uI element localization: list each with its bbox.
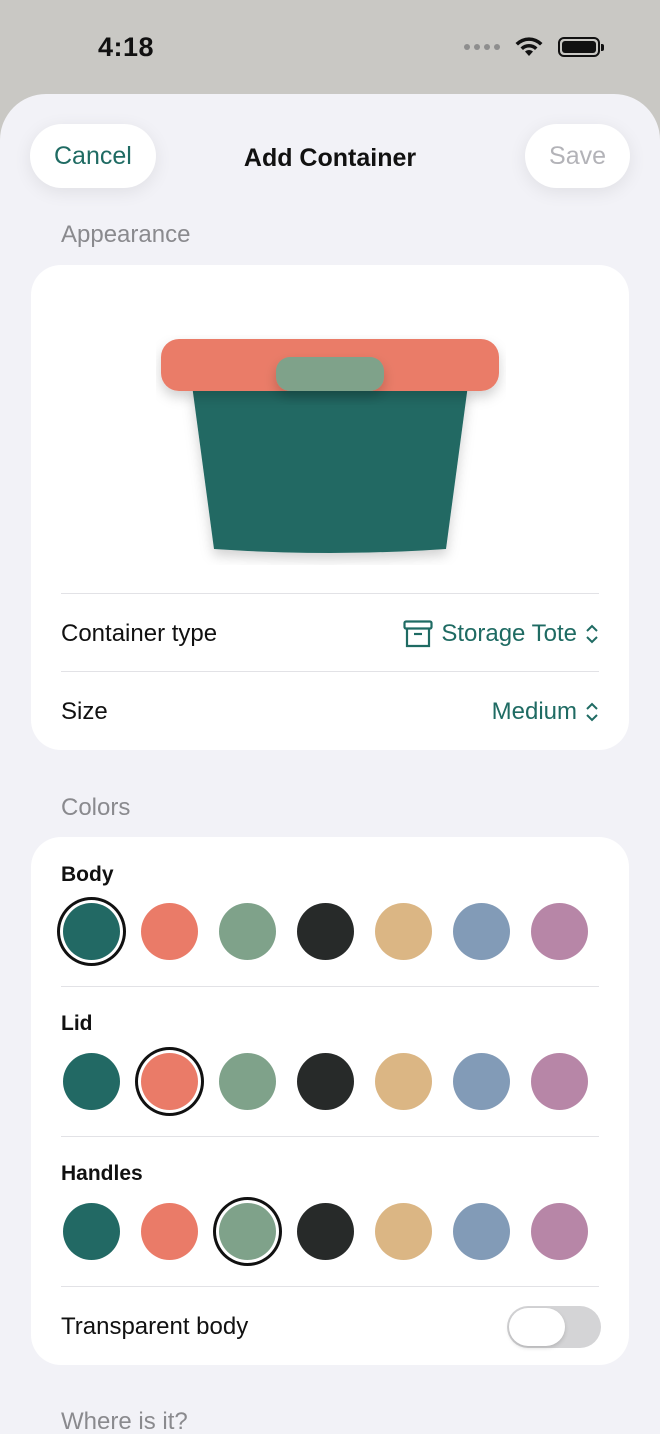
color-swatch[interactable] <box>453 903 510 960</box>
body-color-swatches <box>63 903 588 960</box>
add-container-sheet: Cancel Add Container Save Appearance Con… <box>0 94 660 1434</box>
appearance-card: Container type Storage Tote Size Medium <box>31 265 629 750</box>
color-swatch[interactable] <box>141 1053 198 1110</box>
color-swatch[interactable] <box>297 903 354 960</box>
colors-card: Body Lid Handles Transparent body <box>31 837 629 1365</box>
color-swatch[interactable] <box>375 903 432 960</box>
color-swatch[interactable] <box>63 1053 120 1110</box>
status-icons <box>464 36 604 58</box>
chevron-up-down-icon <box>586 702 598 722</box>
container-type-row[interactable]: Container type Storage Tote <box>61 595 599 673</box>
handles-color-label: Handles <box>61 1162 143 1185</box>
lid-color-swatches <box>63 1053 588 1110</box>
color-swatch[interactable] <box>141 903 198 960</box>
body-color-label: Body <box>61 863 114 886</box>
wifi-icon <box>515 37 543 56</box>
appearance-header: Appearance <box>61 221 191 248</box>
size-picker[interactable]: Medium <box>492 698 599 726</box>
color-swatch[interactable] <box>531 903 588 960</box>
color-swatch[interactable] <box>453 1053 510 1110</box>
color-swatch[interactable] <box>63 1203 120 1260</box>
transparent-body-label: Transparent body <box>61 1312 249 1340</box>
color-swatch[interactable] <box>219 1203 276 1260</box>
status-time: 4:18 <box>98 32 155 62</box>
cellular-signal-icon <box>464 44 500 50</box>
handles-color-swatches <box>63 1203 588 1260</box>
save-button[interactable]: Save <box>525 124 630 188</box>
size-label: Size <box>61 698 108 725</box>
status-bar: 4:18 <box>0 0 660 96</box>
color-swatch[interactable] <box>297 1203 354 1260</box>
color-swatch[interactable] <box>375 1203 432 1260</box>
toggle-knob <box>509 1308 565 1346</box>
container-preview <box>161 339 499 553</box>
colors-header: Colors <box>61 794 131 821</box>
color-swatch[interactable] <box>63 903 120 960</box>
color-swatch[interactable] <box>141 1203 198 1260</box>
color-swatch[interactable] <box>531 1053 588 1110</box>
container-type-picker[interactable]: Storage Tote <box>403 620 599 648</box>
chevron-up-down-icon <box>586 624 598 644</box>
location-header: Where is it? <box>61 1408 188 1434</box>
color-swatch[interactable] <box>219 903 276 960</box>
size-value: Medium <box>491 698 577 725</box>
color-swatch[interactable] <box>531 1203 588 1260</box>
battery-icon <box>558 37 604 57</box>
color-swatch[interactable] <box>375 1053 432 1110</box>
size-row[interactable]: Size Medium <box>61 673 599 751</box>
container-body <box>192 385 468 553</box>
container-handle <box>276 357 384 391</box>
transparent-body-toggle[interactable] <box>507 1306 601 1348</box>
container-type-value: Storage Tote <box>441 620 577 647</box>
archive-box-icon <box>403 620 433 648</box>
color-swatch[interactable] <box>453 1203 510 1260</box>
color-swatch[interactable] <box>297 1053 354 1110</box>
container-type-label: Container type <box>61 620 218 647</box>
color-swatch[interactable] <box>219 1053 276 1110</box>
lid-color-label: Lid <box>61 1012 93 1035</box>
